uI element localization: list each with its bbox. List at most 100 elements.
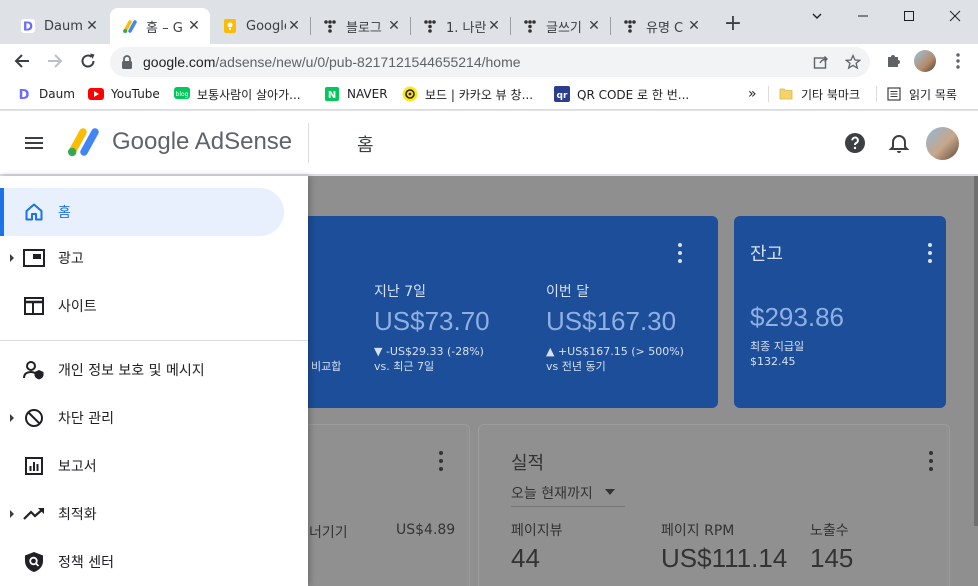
reload-button[interactable] — [76, 49, 100, 73]
arrow-right-icon — [48, 54, 63, 68]
account-avatar[interactable] — [926, 127, 959, 160]
privacy-icon — [22, 358, 46, 382]
range-label: 오늘 현재까지 — [511, 486, 593, 502]
nav-item-optimization[interactable]: 최적화 — [0, 490, 308, 538]
bookmark-label: 보통사람이 살아가... — [197, 87, 301, 102]
tab-daum[interactable]: D Daum ✕ — [8, 8, 108, 44]
nav-item-policy[interactable]: 정책 센터 — [0, 538, 308, 586]
url-path: /adsense/new/u/0/pub-8217121544655214/ho… — [215, 54, 521, 70]
bookmark-blog[interactable]: blog 보통사람이 살아가... — [174, 84, 301, 104]
header-divider — [308, 123, 309, 163]
close-icon[interactable]: ✕ — [486, 18, 502, 34]
nav-item-ads[interactable]: 광고 — [0, 234, 308, 282]
tistory-icon — [422, 18, 438, 34]
bookmark-other-folder[interactable]: 기타 북마크 — [778, 84, 860, 104]
more-vertical-icon[interactable] — [927, 243, 933, 263]
tab-blog[interactable]: 블로그 ✕ — [310, 8, 410, 44]
profile-button[interactable] — [913, 49, 937, 73]
reading-list-button[interactable]: 읽기 목록 — [886, 84, 957, 104]
tistory-icon — [622, 18, 638, 34]
tab-title: 홈 – G — [146, 20, 183, 36]
tab-search-button[interactable] — [794, 0, 840, 32]
bookmark-label: 기타 북마크 — [801, 87, 861, 102]
forward-button[interactable] — [43, 49, 67, 73]
bookmark-youtube[interactable]: YouTube — [88, 84, 160, 104]
tab-post-1[interactable]: 1. 나란 ✕ — [410, 8, 510, 44]
month-value: US$167.30 — [546, 306, 677, 336]
nav-label: 보고서 — [58, 459, 97, 475]
nav-drawer: 홈 광고 사이트 개인 정보 보호 및 메시지 차단 관리 보고서 최적화 정책… — [0, 176, 308, 586]
share-icon[interactable] — [811, 52, 831, 72]
tab-famous[interactable]: 유명 C ✕ — [610, 8, 710, 44]
back-button[interactable] — [10, 49, 34, 73]
nav-item-reports[interactable]: 보고서 — [0, 442, 308, 490]
nav-item-home[interactable]: 홈 — [0, 188, 308, 236]
expand-caret-icon[interactable] — [10, 254, 14, 262]
close-icon[interactable]: ✕ — [186, 18, 202, 34]
nav-label: 광고 — [58, 251, 84, 267]
bookmark-daum[interactable]: D Daum — [16, 84, 75, 104]
tab-title: 1. 나란 — [446, 20, 486, 36]
hamburger-icon — [25, 137, 43, 149]
close-icon[interactable]: ✕ — [286, 18, 302, 34]
reading-list-label: 읽기 목록 — [909, 87, 957, 102]
nav-label: 홈 — [58, 205, 71, 221]
scrollbar[interactable] — [974, 176, 978, 526]
sites-icon — [22, 294, 46, 318]
new-tab-button[interactable]: + — [722, 13, 744, 36]
more-vertical-icon[interactable] — [677, 243, 683, 263]
close-icon[interactable]: ✕ — [686, 18, 702, 34]
brand-name: Google AdSense — [112, 128, 293, 155]
bookmark-label: QR CODE 로 한 번... — [577, 87, 690, 102]
adsense-icon — [122, 18, 138, 34]
nav-item-block[interactable]: 차단 관리 — [0, 394, 308, 442]
expand-caret-icon[interactable] — [10, 510, 14, 518]
performance-title: 실적 — [511, 453, 545, 474]
bookmark-kakao-view[interactable]: 보드 | 카카오 뷰 창... — [402, 84, 533, 104]
nav-item-sites[interactable]: 사이트 — [0, 282, 308, 330]
block-icon — [22, 406, 46, 430]
menu-hamburger-button[interactable] — [22, 131, 46, 155]
tab-title: 유명 C — [646, 20, 684, 36]
bookmark-naver[interactable]: N NAVER — [324, 84, 388, 104]
tab-adsense[interactable]: 홈 – G ✕ — [110, 8, 210, 44]
ads-icon — [22, 246, 46, 270]
arrow-left-icon — [14, 54, 29, 68]
tab-google[interactable]: Google ✕ — [210, 8, 310, 44]
folder-icon — [778, 86, 794, 102]
close-icon[interactable]: ✕ — [586, 18, 602, 34]
url-host: google.com — [143, 54, 216, 70]
menu-button[interactable] — [946, 49, 970, 73]
nav-item-privacy[interactable]: 개인 정보 보호 및 메시지 — [0, 346, 308, 394]
address-bar[interactable]: google.com/adsense/new/u/0/pub-821712154… — [110, 47, 870, 77]
maximize-icon — [904, 11, 914, 21]
reading-list-icon — [886, 86, 902, 102]
bookmarks-overflow-button[interactable]: » — [748, 84, 757, 104]
help-button[interactable] — [843, 131, 867, 155]
naver-icon: N — [324, 86, 340, 102]
naver-blog-icon: blog — [174, 86, 190, 102]
close-window-button[interactable] — [932, 0, 978, 32]
left-card-label: 너기기 — [309, 525, 348, 541]
minimize-button[interactable] — [840, 0, 886, 32]
reports-icon — [22, 454, 46, 478]
expand-caret-icon[interactable] — [10, 414, 14, 422]
notifications-button[interactable] — [887, 131, 911, 155]
close-icon[interactable]: ✕ — [84, 18, 100, 34]
extensions-button[interactable] — [881, 49, 905, 73]
bookmark-label: 보드 | 카카오 뷰 창... — [425, 87, 534, 102]
star-icon[interactable] — [843, 52, 863, 72]
nav-label: 정책 센터 — [58, 555, 114, 571]
last7-compare: vs. 최근 7일 — [374, 360, 435, 373]
close-icon[interactable]: ✕ — [386, 18, 402, 34]
more-vertical-icon[interactable] — [438, 451, 444, 471]
tistory-icon — [322, 18, 338, 34]
bookmark-qr[interactable]: qr QR CODE 로 한 번... — [554, 84, 689, 104]
tab-write[interactable]: 글쓰기 ✕ — [510, 8, 610, 44]
range-dropdown[interactable]: 오늘 현재까지 — [511, 481, 625, 507]
nav-label: 차단 관리 — [58, 411, 114, 427]
reload-icon — [81, 53, 95, 68]
profile-avatar-icon — [914, 50, 936, 72]
more-vertical-icon[interactable] — [928, 451, 934, 471]
maximize-button[interactable] — [886, 0, 932, 32]
